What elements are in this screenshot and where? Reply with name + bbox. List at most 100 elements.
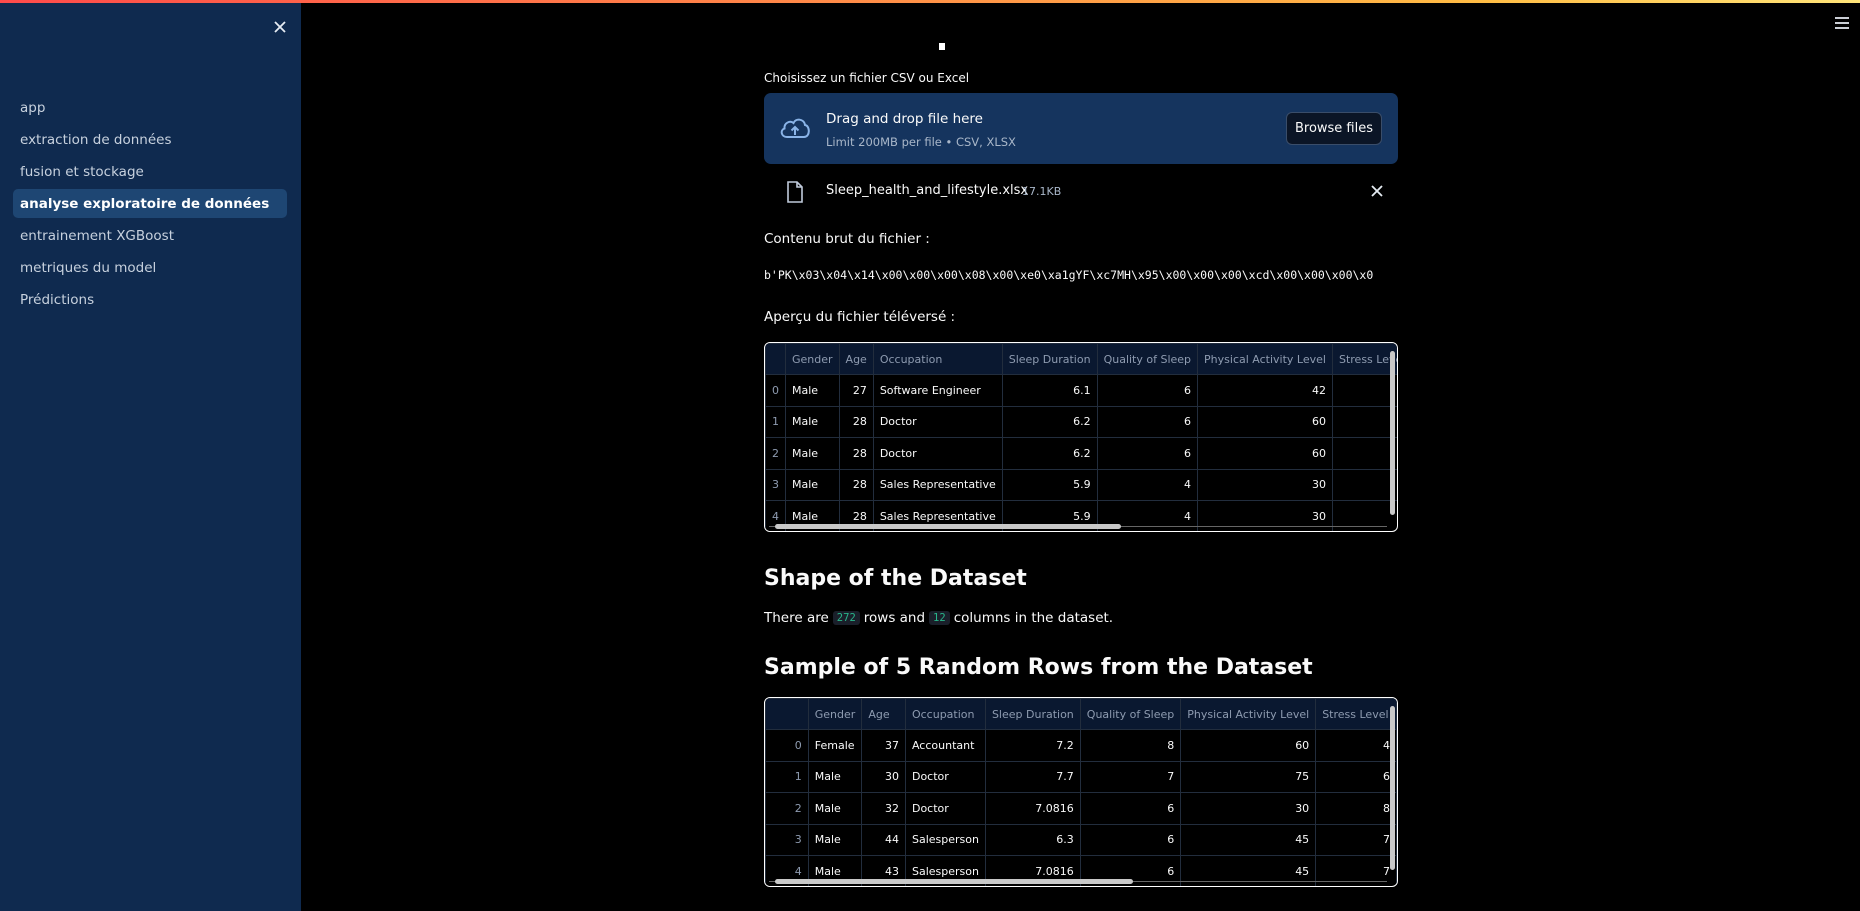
table-cell[interactable]: 32: [861, 792, 906, 825]
table-cell[interactable]: 30: [1197, 468, 1333, 501]
table-cell[interactable]: 7: [1315, 823, 1397, 856]
table-cell[interactable]: 7.0816: [984, 792, 1081, 825]
table-cell[interactable]: 42: [1197, 374, 1333, 407]
table-cell[interactable]: Salesperson: [904, 823, 986, 856]
sidebar-item-fusion[interactable]: fusion et stockage: [13, 157, 287, 186]
table-cell[interactable]: Male: [785, 405, 840, 438]
table-cell[interactable]: Female: [807, 729, 863, 762]
sample-dataframe[interactable]: Gender Age Occupation Sleep Duration Qua…: [764, 697, 1398, 887]
table-cell[interactable]: Male: [807, 792, 863, 825]
table-row: 0 Female 37 Accountant 7.2 8 60 4: [765, 729, 1397, 762]
scrollbar-thumb[interactable]: [775, 524, 1122, 529]
column-header[interactable]: [765, 343, 786, 375]
scrollbar-thumb[interactable]: [1390, 706, 1395, 870]
table-cell[interactable]: 4: [1096, 468, 1199, 501]
table-cell[interactable]: Doctor: [904, 792, 986, 825]
table-cell[interactable]: 6: [1096, 374, 1199, 407]
vertical-scrollbar[interactable]: [1390, 347, 1395, 523]
table-cell[interactable]: [1331, 437, 1397, 470]
table-cell[interactable]: 6: [1315, 760, 1397, 793]
sidebar-item-predictions[interactable]: Prédictions: [13, 285, 287, 314]
column-header[interactable]: Sleep Duration: [984, 698, 1081, 730]
column-header[interactable]: Stress Level: [1331, 343, 1397, 375]
column-header[interactable]: Age: [861, 698, 906, 730]
sidebar-item-entrainement[interactable]: entrainement XGBoost: [13, 221, 287, 250]
table-cell[interactable]: Doctor: [904, 760, 986, 793]
column-header[interactable]: Quality of Sleep: [1096, 343, 1199, 375]
remove-file-icon[interactable]: [1370, 184, 1384, 198]
row-index: 0: [765, 374, 786, 407]
column-header[interactable]: Gender: [807, 698, 863, 730]
table-cell[interactable]: 6: [1096, 437, 1199, 470]
table-cell[interactable]: 60: [1197, 437, 1333, 470]
row-index: 1: [765, 405, 786, 438]
table-cell[interactable]: Doctor: [872, 405, 1003, 438]
table-cell[interactable]: Male: [785, 437, 840, 470]
close-sidebar-button[interactable]: [270, 17, 290, 37]
table-cell[interactable]: 8: [1315, 792, 1397, 825]
table-header-row: Gender Age Occupation Sleep Duration Qua…: [765, 698, 1397, 730]
main-menu-button[interactable]: [1833, 14, 1851, 32]
column-header[interactable]: Sleep Duration: [1001, 343, 1098, 375]
row-index: 3: [765, 823, 809, 856]
vertical-scrollbar[interactable]: [1390, 702, 1395, 878]
table-cell[interactable]: [1331, 405, 1397, 438]
preview-dataframe[interactable]: Gender Age Occupation Sleep Duration Qua…: [764, 342, 1398, 532]
table-cell[interactable]: 6.1: [1001, 374, 1098, 407]
table-cell[interactable]: 6: [1079, 823, 1182, 856]
sidebar-item-analyse[interactable]: analyse exploratoire de données: [13, 189, 287, 218]
table-cell[interactable]: 6.2: [1001, 405, 1098, 438]
table-cell[interactable]: Male: [807, 760, 863, 793]
table-cell[interactable]: 27: [838, 374, 874, 407]
table-cell[interactable]: 5.9: [1001, 468, 1098, 501]
table-cell[interactable]: 7.2: [984, 729, 1081, 762]
sidebar-item-extraction[interactable]: extraction de données: [13, 125, 287, 154]
table-cell[interactable]: 7.7: [984, 760, 1081, 793]
sidebar-item-app[interactable]: app: [13, 93, 287, 122]
column-header[interactable]: Physical Activity Level: [1197, 343, 1333, 375]
table-cell[interactable]: [1331, 468, 1397, 501]
table-cell[interactable]: Male: [785, 468, 840, 501]
table-cell[interactable]: 7: [1079, 760, 1182, 793]
horizontal-scrollbar[interactable]: [769, 879, 1387, 884]
column-header[interactable]: Gender: [785, 343, 840, 375]
table-cell[interactable]: 4: [1315, 729, 1397, 762]
table-cell[interactable]: 75: [1180, 760, 1317, 793]
table-cell[interactable]: 44: [861, 823, 906, 856]
table-cell[interactable]: 30: [861, 760, 906, 793]
shape-text-before: There are: [764, 610, 829, 626]
column-header[interactable]: Stress Level: [1315, 698, 1397, 730]
table-cell[interactable]: Accountant: [904, 729, 986, 762]
table-cell[interactable]: 6.2: [1001, 437, 1098, 470]
table-cell[interactable]: 28: [838, 468, 874, 501]
table-cell[interactable]: 45: [1180, 823, 1317, 856]
scrollbar-thumb[interactable]: [775, 879, 1134, 884]
column-header[interactable]: Physical Activity Level: [1180, 698, 1317, 730]
table-cell[interactable]: Doctor: [872, 437, 1003, 470]
table-cell[interactable]: 28: [838, 405, 874, 438]
table-cell[interactable]: 6: [1096, 405, 1199, 438]
table-cell[interactable]: [1331, 374, 1397, 407]
column-header[interactable]: [765, 698, 809, 730]
sidebar-item-metriques[interactable]: metriques du model: [13, 253, 287, 282]
table-cell[interactable]: Male: [785, 374, 840, 407]
scrollbar-thumb[interactable]: [1390, 351, 1395, 515]
column-header[interactable]: Occupation: [904, 698, 986, 730]
table-cell[interactable]: 37: [861, 729, 906, 762]
column-header[interactable]: Quality of Sleep: [1079, 698, 1182, 730]
column-header[interactable]: Occupation: [872, 343, 1003, 375]
table-cell[interactable]: 60: [1180, 729, 1317, 762]
column-header[interactable]: Age: [838, 343, 874, 375]
table-cell[interactable]: 6: [1079, 792, 1182, 825]
table-cell[interactable]: 60: [1197, 405, 1333, 438]
table-cell[interactable]: 30: [1180, 792, 1317, 825]
horizontal-scrollbar[interactable]: [769, 524, 1387, 529]
table-cell[interactable]: Male: [807, 823, 863, 856]
table-cell[interactable]: 28: [838, 437, 874, 470]
browse-files-button[interactable]: Browse files: [1286, 112, 1382, 145]
table-cell[interactable]: Sales Representative: [872, 468, 1003, 501]
table-cell[interactable]: 6.3: [984, 823, 1081, 856]
table-cell[interactable]: 8: [1079, 729, 1182, 762]
file-dropzone[interactable]: Drag and drop file here Limit 200MB per …: [764, 93, 1398, 164]
table-cell[interactable]: Software Engineer: [872, 374, 1003, 407]
